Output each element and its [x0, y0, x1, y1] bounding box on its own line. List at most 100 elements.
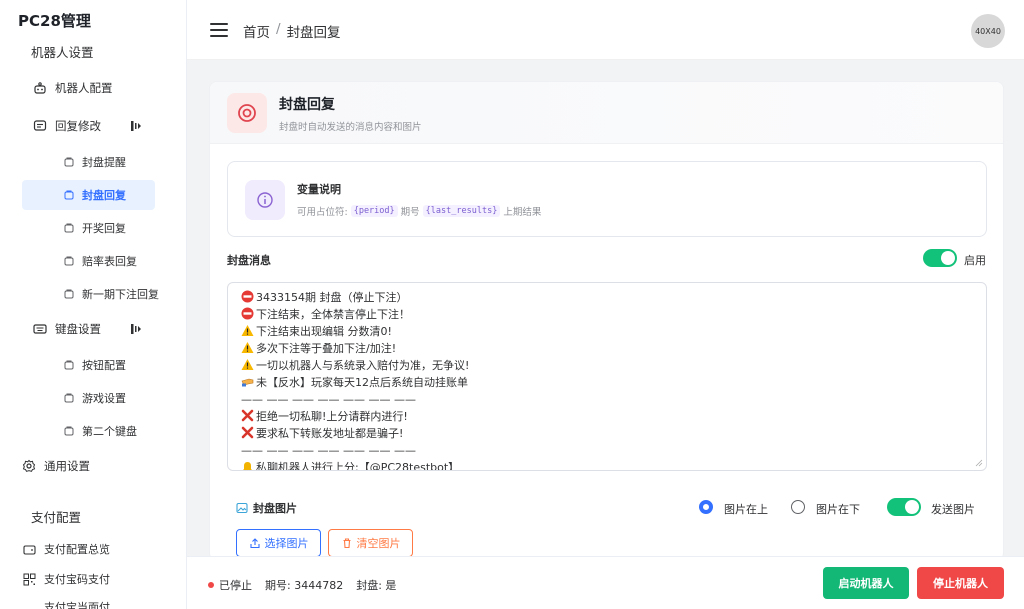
message-line: 要求私下转账发地址都是骗子!	[241, 425, 973, 442]
clear-image-button[interactable]: 清空图片	[328, 529, 413, 557]
enable-toggle[interactable]	[923, 249, 957, 267]
radio-image-top-label[interactable]: 图片在上	[724, 501, 768, 517]
sidebar-item-odds-reply[interactable]: 赔率表回复	[22, 246, 155, 276]
collapse-icon[interactable]	[130, 119, 142, 133]
package-icon	[63, 288, 75, 300]
message-icon	[33, 119, 47, 133]
card-header: 封盘回复 封盘时自动发送的消息内容和图片	[210, 82, 1003, 144]
status-footer: 已停止 期号: 3444782 封盘: 是 启动机器人 停止机器人	[187, 556, 1024, 609]
card-title: 封盘回复	[279, 97, 335, 113]
variables-suffix: 上期结果	[503, 207, 542, 218]
message-textarea[interactable]: 3433154期 封盘（停止下注） 下注结束，全体禁言停止下注！ 下注结束出现编…	[227, 282, 987, 471]
sidebar-item-pay-overview[interactable]: 支付配置总览	[11, 534, 144, 564]
breadcrumb-home[interactable]: 首页	[243, 21, 270, 41]
sidebar-item-game-settings[interactable]: 游戏设置	[22, 383, 155, 413]
message-label: 封盘消息	[227, 254, 271, 267]
sidebar-item-alipay-f2f[interactable]: 支付宝当面付	[11, 592, 144, 609]
robot-status: 已停止 期号: 3444782 封盘: 是	[208, 577, 396, 593]
info-icon	[245, 180, 285, 220]
sidebar-item-label: 第二个键盘	[82, 425, 137, 438]
message-line: 下注结束出现编辑 分数清0!	[241, 323, 973, 340]
breadcrumb-separator: /	[276, 21, 281, 37]
placeholder-period: {period}	[350, 205, 398, 217]
sidebar-item-draw-reply[interactable]: 开奖回复	[22, 213, 155, 243]
sidebar-item-label: 机器人配置	[55, 81, 113, 95]
message-line: —— —— —— —— —— —— ——	[241, 393, 416, 406]
sidebar-item-label: 封盘提醒	[82, 156, 126, 169]
trash-icon	[343, 538, 350, 549]
sidebar-item-seal-reply[interactable]: 封盘回复	[22, 180, 155, 210]
sidebar-item-keyboard-settings[interactable]: 键盘设置	[22, 314, 155, 344]
card-subtitle: 封盘时自动发送的消息内容和图片	[279, 122, 422, 133]
sealed-text: 封盘: 是	[356, 579, 397, 592]
sidebar-item-seal-reminder[interactable]: 封盘提醒	[22, 147, 155, 177]
sidebar-item-label: 新一期下注回复	[82, 288, 159, 301]
pointing-hand-icon	[241, 378, 254, 387]
sidebar-item-general-settings[interactable]: 通用设置	[11, 451, 144, 481]
upload-icon	[249, 538, 260, 549]
collapse-icon[interactable]	[130, 322, 142, 336]
variables-description: 可用占位符: {period} 期号 {last_results} 上期结果	[297, 204, 541, 218]
package-icon	[63, 156, 75, 168]
message-line: —— —— —— —— —— —— ——	[241, 444, 416, 457]
start-robot-button[interactable]: 启动机器人	[823, 567, 909, 599]
stop-robot-button[interactable]: 停止机器人	[917, 567, 1004, 599]
variables-mid: 期号	[400, 207, 420, 218]
placeholder-last-results: {last_results}	[422, 205, 501, 217]
section-payment-config: 支付配置	[31, 510, 82, 525]
seal-reply-card: 封盘回复 封盘时自动发送的消息内容和图片 变量说明 可用占位符: {period…	[209, 81, 1004, 561]
radio-image-bottom-label[interactable]: 图片在下	[816, 501, 860, 517]
send-image-label: 发送图片	[931, 503, 975, 516]
qrcode-icon	[22, 600, 36, 609]
package-icon	[63, 392, 75, 404]
no-entry-icon	[241, 290, 254, 303]
keyboard-icon	[33, 322, 47, 336]
package-icon	[63, 189, 75, 201]
package-icon	[63, 425, 75, 437]
message-line: 私聊机器人进行上分:【@PC28testbot】	[241, 459, 973, 470]
brand-title: PC28管理	[18, 12, 91, 30]
message-line: 多次下注等于叠加下注/加注!	[241, 340, 973, 357]
choose-image-button[interactable]: 选择图片	[236, 529, 321, 557]
sidebar-item-button-config[interactable]: 按钮配置	[22, 350, 155, 380]
message-line: 3433154期 封盘（停止下注）	[241, 289, 973, 306]
breadcrumb: 首页 / 封盘回复	[243, 21, 341, 41]
enable-label: 启用	[964, 254, 986, 267]
robot-icon	[33, 81, 47, 95]
sidebar-item-robot-config[interactable]: 机器人配置	[22, 73, 155, 103]
resize-handle-icon[interactable]	[975, 459, 983, 467]
radio-image-bottom[interactable]	[791, 500, 805, 514]
status-text: 已停止	[219, 579, 252, 592]
section-robot-settings: 机器人设置	[31, 45, 94, 60]
variables-info: 变量说明 可用占位符: {period} 期号 {last_results} 上…	[227, 161, 987, 237]
breadcrumb-current: 封盘回复	[286, 25, 341, 41]
sidebar-item-label: 支付宝码支付	[44, 573, 110, 586]
sidebar-item-label: 支付宝当面付	[44, 601, 110, 609]
sidebar-item-label: 开奖回复	[82, 222, 126, 235]
send-image-toggle[interactable]	[887, 498, 921, 516]
sidebar-item-second-keyboard[interactable]: 第二个键盘	[22, 416, 155, 446]
menu-toggle-icon[interactable]	[210, 23, 228, 37]
warning-icon	[241, 359, 254, 370]
period-text: 期号: 3444782	[265, 579, 344, 592]
message-line: 未【反水】玩家每天12点后系统自动挂账单	[241, 374, 973, 391]
package-icon	[63, 359, 75, 371]
message-line: 下注结束，全体禁言停止下注！	[241, 306, 973, 323]
sidebar: PC28管理 机器人设置 机器人配置 回复修改 封盘提醒 封盘回复 开奖回复 赔…	[0, 0, 187, 609]
no-entry-icon	[241, 307, 254, 320]
radio-image-top[interactable]	[699, 500, 713, 514]
package-icon	[63, 222, 75, 234]
image-icon	[236, 502, 248, 514]
image-section-label: 封盘图片	[236, 500, 297, 516]
sidebar-item-alipay-code[interactable]: 支付宝码支付	[11, 564, 144, 594]
sidebar-item-label: 支付配置总览	[44, 543, 110, 556]
warning-icon	[241, 325, 254, 336]
sidebar-item-reply-edit[interactable]: 回复修改	[22, 111, 155, 141]
sidebar-item-new-bet-reply[interactable]: 新一期下注回复	[22, 279, 172, 309]
sidebar-item-label: 按钮配置	[82, 359, 126, 372]
package-icon	[63, 255, 75, 267]
sidebar-item-label: 键盘设置	[55, 322, 101, 336]
avatar[interactable]: 40X40	[971, 14, 1005, 48]
status-dot	[208, 582, 214, 588]
sidebar-item-label: 游戏设置	[82, 392, 126, 405]
